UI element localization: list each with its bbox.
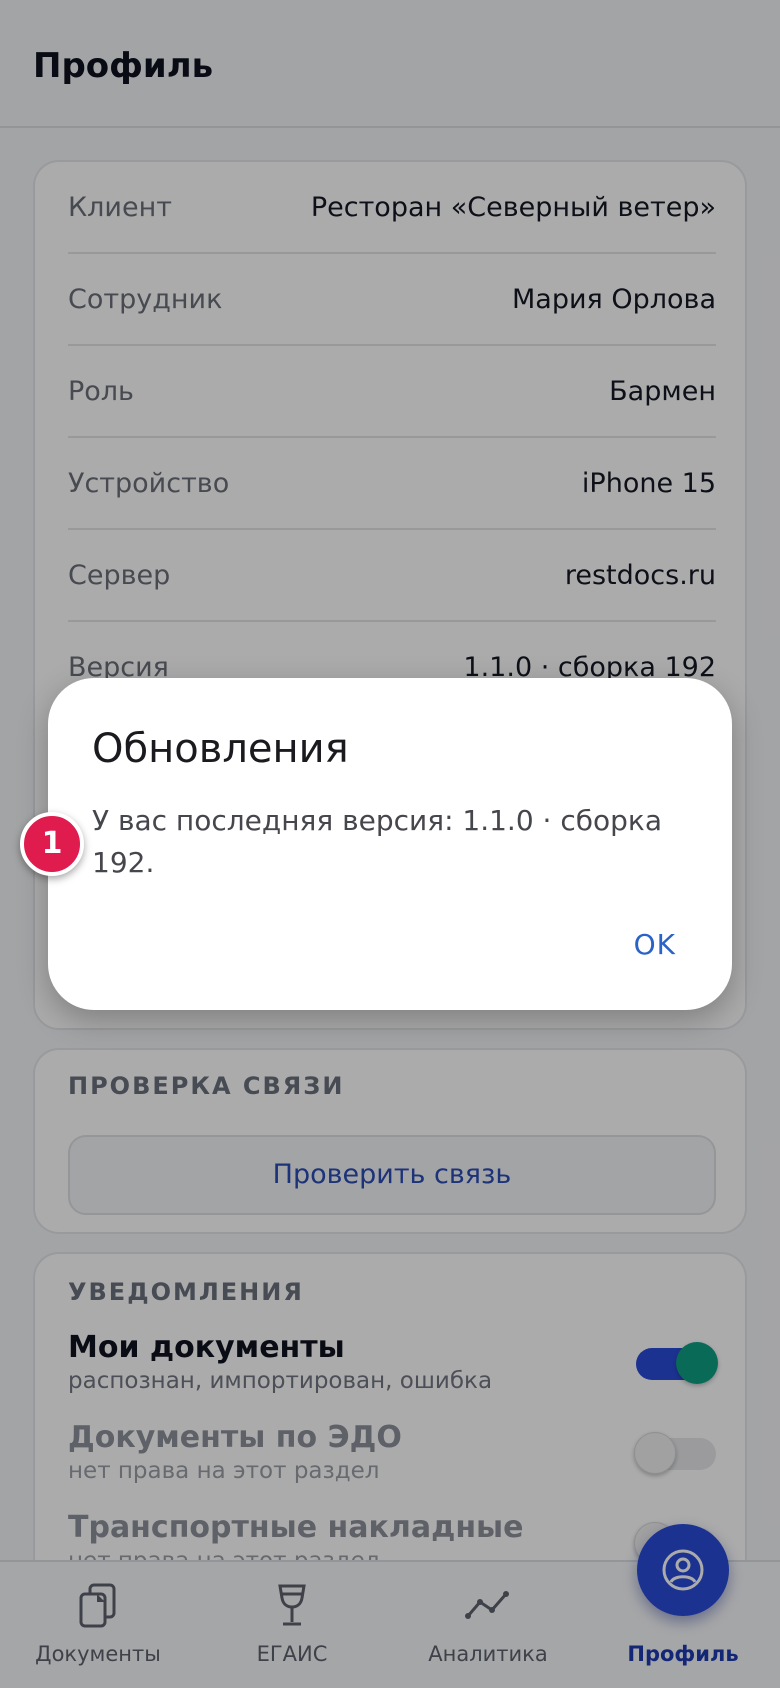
dialog-message: У вас последняя версия: 1.1.0 · сборка 1…	[92, 804, 662, 879]
step-badge: 1	[20, 812, 84, 876]
dialog-title: Обновления	[92, 726, 349, 772]
dialog-ok-button[interactable]: OK	[634, 928, 676, 961]
updates-dialog: Обновления У вас последняя версия: 1.1.0…	[48, 678, 732, 1010]
